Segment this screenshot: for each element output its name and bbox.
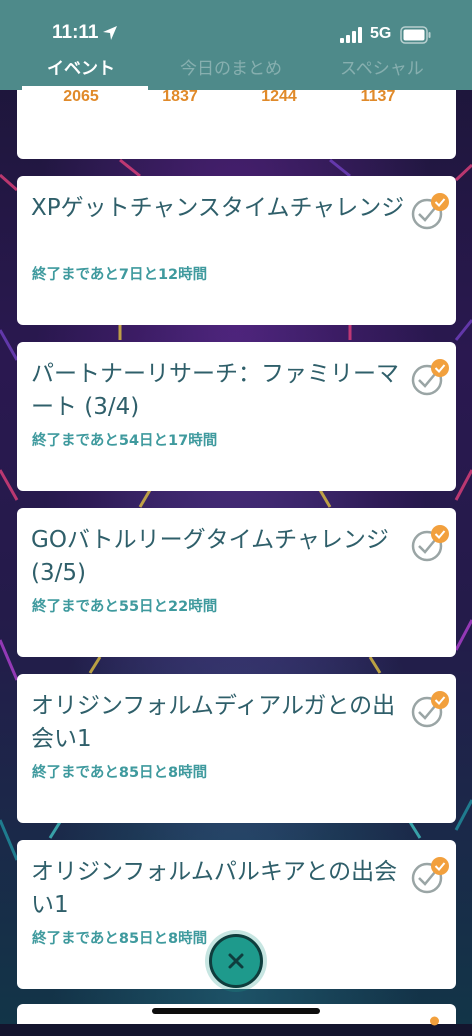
event-remaining-time: 終了まであと85日と8時間 <box>32 765 208 781</box>
event-title: XPゲットチャンスタイムチャレンジ <box>31 195 405 221</box>
event-remaining-time: 終了まであと55日と22時間 <box>32 599 218 615</box>
network-type: 5G <box>370 25 392 42</box>
status-time: 11:11 <box>52 22 99 43</box>
close-button[interactable] <box>209 934 263 988</box>
battery-icon <box>400 26 431 44</box>
event-card[interactable]: XPゲットチャンスタイムチャレンジ 終了まであと7日と12時間 <box>17 176 456 325</box>
check-complete-icon <box>411 193 449 230</box>
close-icon <box>228 953 244 969</box>
check-complete-icon <box>430 1016 439 1026</box>
location-arrow-icon <box>103 26 117 40</box>
check-complete-icon <box>411 359 449 396</box>
event-title: オリジンフォルムパルキアとの出会い1 <box>31 859 398 918</box>
event-title: パートナーリサーチ：ファミリーマート (3/4) <box>31 361 399 420</box>
event-card[interactable]: GOバトルリーグタイムチャレンジ (3/5) 終了まであと55日と22時間 <box>17 508 456 657</box>
check-complete-icon <box>411 857 449 894</box>
active-tab-indicator <box>22 86 148 90</box>
stat-value: 1244 <box>261 88 297 105</box>
event-remaining-time: 終了まであと85日と8時間 <box>32 931 208 947</box>
event-remaining-time: 終了まであと54日と17時間 <box>32 433 218 449</box>
tab-bar: イベント 今日のまとめ スペシャル <box>0 52 472 90</box>
event-card-partial[interactable] <box>17 1004 456 1026</box>
check-complete-icon <box>411 691 449 728</box>
stat-value: 2065 <box>63 88 99 105</box>
event-card[interactable]: パートナーリサーチ：ファミリーマート (3/4) 終了まであと54日と17時間 <box>17 342 456 491</box>
event-remaining-time: 終了まであと7日と12時間 <box>32 267 208 283</box>
tab-today-summary[interactable]: 今日のまとめ <box>180 54 282 79</box>
stat-value: 1137 <box>360 88 396 105</box>
tab-events[interactable]: イベント <box>47 54 115 79</box>
cellular-signal-icon <box>340 27 362 43</box>
check-complete-icon <box>411 525 449 562</box>
home-indicator <box>152 1008 320 1014</box>
event-title: GOバトルリーグタイムチャレンジ (3/5) <box>31 527 389 586</box>
stat-value: 1837 <box>162 88 198 105</box>
status-bar: 11:11 5G <box>0 0 472 50</box>
app-header: 11:11 5G イベント 今日のまとめ スペシャル <box>0 0 472 90</box>
event-title: オリジンフォルムディアルガとの出会い1 <box>31 693 396 752</box>
event-card[interactable]: オリジンフォルムディアルガとの出会い1 終了まであと85日と8時間 <box>17 674 456 823</box>
tab-special[interactable]: スペシャル <box>340 54 424 79</box>
